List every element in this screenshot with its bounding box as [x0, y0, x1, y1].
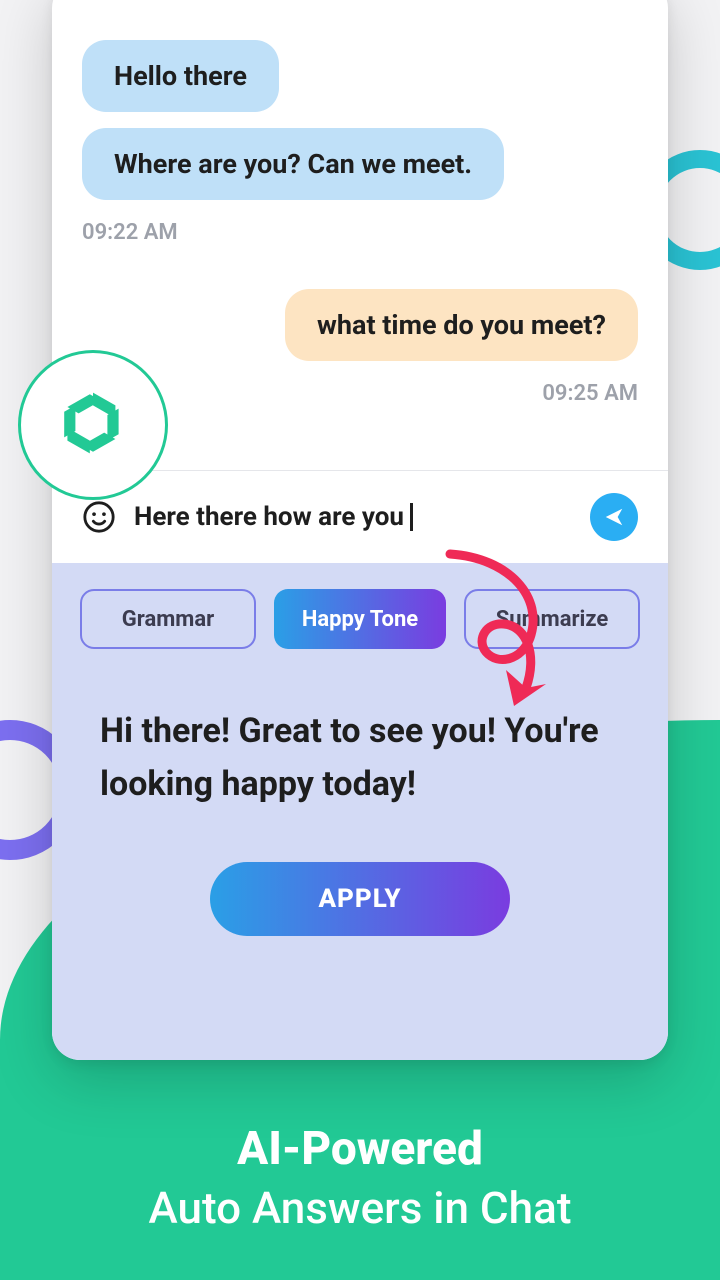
ai-logo-icon — [53, 383, 133, 467]
send-button[interactable] — [590, 493, 638, 541]
promo-line1: AI-Powered — [0, 1122, 720, 1176]
message-input-text: Here there how are you — [134, 502, 404, 532]
chat-timestamp: 09:22 AM — [82, 220, 638, 245]
tone-chip-row: Grammar Happy Tone Summarize — [80, 589, 640, 649]
promo-caption: AI-Powered Auto Answers in Chat — [0, 1122, 720, 1234]
chip-summarize[interactable]: Summarize — [464, 589, 640, 649]
promo-line2: Auto Answers in Chat — [0, 1182, 720, 1234]
apply-button[interactable]: APPLY — [210, 862, 510, 936]
chat-bubble-outgoing: what time do you meet? — [285, 289, 638, 361]
chat-timestamp: 09:25 AM — [82, 381, 638, 406]
emoji-icon[interactable] — [82, 500, 116, 534]
ai-suggestion-text: Hi there! Great to see you! You're looki… — [80, 705, 640, 810]
message-input[interactable]: Here there how are you — [134, 502, 572, 532]
message-input-row: Here there how are you — [52, 471, 668, 563]
ai-badge — [18, 350, 168, 500]
ai-suggestion-panel: Grammar Happy Tone Summarize Hi there! G… — [52, 563, 668, 1060]
chat-bubble-incoming: Hello there — [82, 40, 279, 112]
chat-bubble-incoming: Where are you? Can we meet. — [82, 128, 504, 200]
chip-grammar[interactable]: Grammar — [80, 589, 256, 649]
chip-happy-tone[interactable]: Happy Tone — [274, 589, 446, 649]
phone-mockup: Hello there Where are you? Can we meet. … — [52, 0, 668, 1060]
text-cursor — [410, 503, 413, 531]
